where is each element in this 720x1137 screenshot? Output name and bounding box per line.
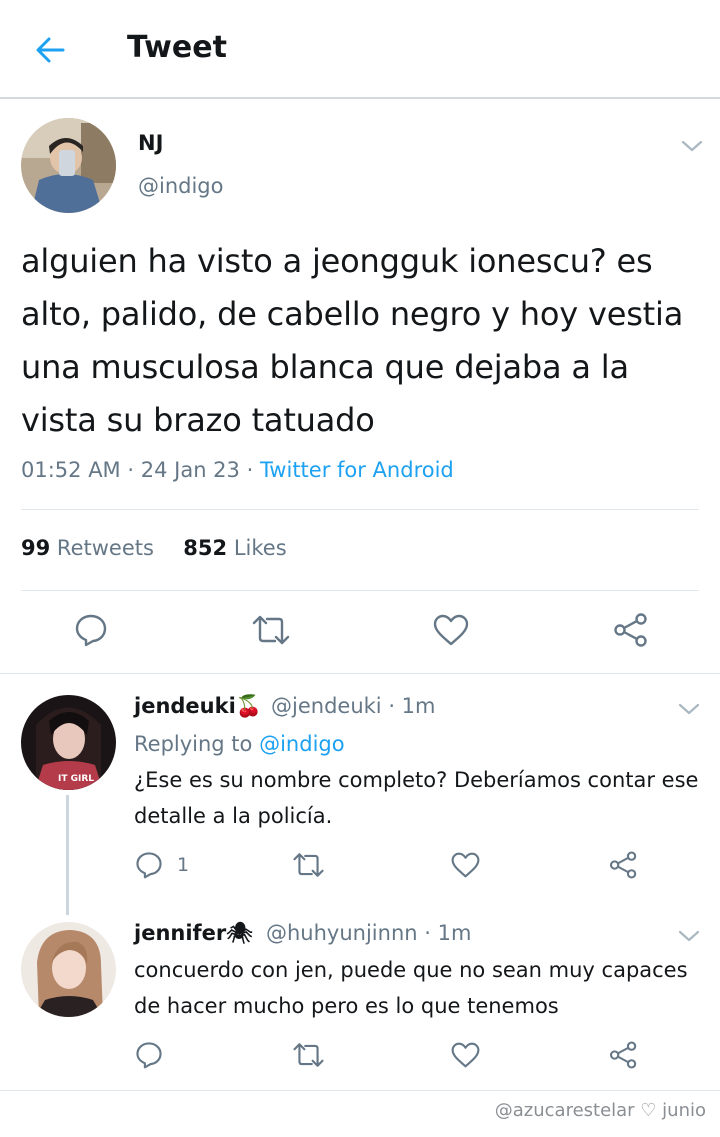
share-icon [614,613,647,647]
chevron-down-icon[interactable] [679,136,705,156]
reply-handle-text[interactable]: @jendeuki [271,694,382,718]
replying-to: Replying to @indigo [134,732,345,756]
reply-text: ¿Ese es su nombre completo? Deberíamos c… [134,768,699,828]
share-icon [609,851,637,879]
like-button[interactable] [451,1042,480,1068]
page-title: Tweet [127,30,227,65]
reply-button[interactable]: 1 [135,851,189,879]
top-bar: Tweet [0,0,720,99]
divider [0,1090,720,1091]
reply-author-name[interactable]: jennifer🕷 [134,921,253,946]
tweet-stats: 99 Retweets 852 Likes [21,536,287,560]
tweet-time: 01:52 AM [21,458,121,482]
tweet-date: 24 Jan 23 [140,458,240,482]
meta-separator: · [127,458,141,482]
retweet-button[interactable] [251,613,291,647]
like-icon [433,614,469,646]
divider [0,673,720,674]
divider [21,590,699,591]
reply-time: 1m [437,921,472,945]
reply-icon [75,614,107,647]
tweet-meta: 01:52 AM · 24 Jan 23 · Twitter for Andro… [21,458,454,482]
meta-separator: · [388,694,402,718]
retweet-icon [293,853,324,877]
meta-separator: · [424,921,438,945]
reply-author-handle: @huhyunjinnn · 1m [266,921,471,945]
chevron-down-icon[interactable] [676,926,702,946]
reply-icon [136,1042,162,1069]
replying-to-label: Replying to [134,732,253,756]
like-icon [451,1042,480,1068]
reply-text: concuerdo con jen, puede que no sean muy… [134,958,688,1018]
retweet-icon [252,615,290,645]
share-button[interactable] [609,1041,638,1069]
reply-button[interactable] [135,1041,163,1069]
back-arrow-icon [36,37,65,63]
retweet-count[interactable]: 99 [21,536,50,560]
avatar[interactable] [21,118,116,213]
retweet-button[interactable] [292,1041,325,1069]
like-count[interactable]: 852 [183,536,227,560]
author-handle[interactable]: @indigo [138,174,224,198]
like-button[interactable] [433,614,469,646]
like-button[interactable] [451,852,480,878]
avatar[interactable]: IT GIRL [21,695,116,790]
retweet-icon [293,1043,324,1067]
meta-separator: · [246,458,260,482]
avatar[interactable] [21,922,116,1017]
retweet-button[interactable] [292,851,325,879]
chevron-down-icon[interactable] [676,699,702,719]
back-button[interactable] [30,30,70,70]
share-button[interactable] [613,613,649,647]
thread-line [66,795,69,915]
divider [21,509,699,510]
reply-time: 1m [401,694,436,718]
reply-author-handle: @jendeuki · 1m [271,694,436,718]
author-name[interactable]: NJ [138,131,163,155]
retweets-label[interactable]: Retweets [57,536,154,560]
reply-count: 1 [177,854,190,876]
reply-author-name[interactable]: jendeuki🍒 [134,694,262,719]
watermark: @azucarestelar ♡ junio [494,1100,706,1121]
share-button[interactable] [609,851,638,879]
replying-to-handle[interactable]: @indigo [259,732,345,756]
tweet-source-link[interactable]: Twitter for Android [260,458,454,482]
reply-handle-text[interactable]: @huhyunjinnn [266,921,418,945]
share-icon [609,1041,637,1069]
reply-button[interactable] [74,613,108,647]
likes-label[interactable]: Likes [234,536,287,560]
reply-icon [136,852,162,879]
avatar-caption: IT GIRL [58,774,94,784]
like-icon [451,852,480,878]
tweet-text: alguien ha visto a jeongguk ionescu? es … [21,242,684,439]
